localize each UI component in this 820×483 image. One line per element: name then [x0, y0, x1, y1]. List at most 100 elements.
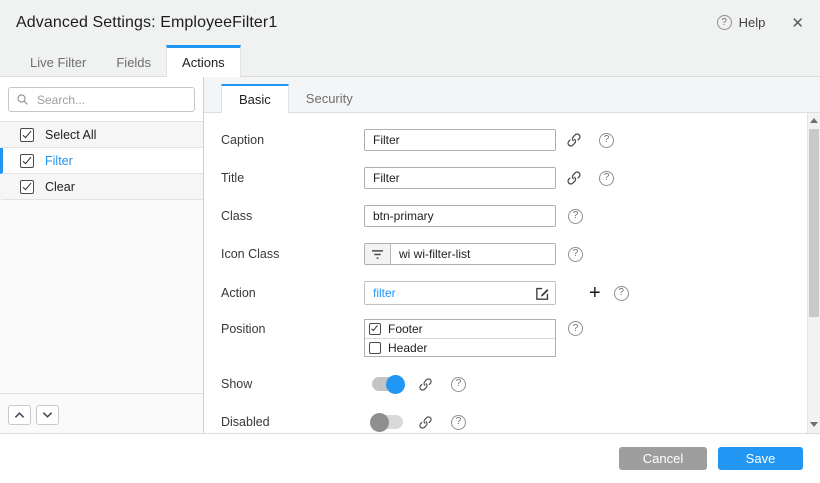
title-help-icon[interactable]: ? — [599, 171, 614, 186]
tab-security[interactable]: Security — [289, 84, 370, 112]
action-value: filter — [373, 286, 396, 300]
help-label: Help — [739, 15, 766, 30]
class-row: Class ? — [221, 205, 790, 227]
icon-class-label: Icon Class — [221, 247, 364, 261]
actions-sidebar: Select All Filter Clear — [0, 77, 204, 433]
sidebar-item-label: Select All — [45, 128, 96, 142]
icon-class-input[interactable] — [391, 244, 555, 264]
title-input[interactable] — [364, 167, 556, 189]
tab-live-filter[interactable]: Live Filter — [15, 45, 101, 76]
show-row: Show ? — [221, 373, 790, 395]
caption-row: Caption ? — [221, 129, 790, 151]
link-icon — [418, 377, 433, 392]
help-button[interactable]: ? Help — [717, 15, 766, 30]
chevron-up-icon — [14, 411, 25, 419]
show-toggle[interactable] — [372, 377, 403, 391]
checkbox-filter[interactable] — [20, 154, 34, 168]
position-option-header[interactable]: Header — [365, 338, 555, 356]
sidebar-spacer — [0, 200, 203, 393]
triangle-up-icon — [810, 118, 818, 123]
main-tab-bar: Live Filter Fields Actions — [0, 45, 820, 77]
tab-basic[interactable]: Basic — [221, 84, 289, 113]
checkbox-clear[interactable] — [20, 180, 34, 194]
title-bar: Advanced Settings: EmployeeFilter1 ? Hel… — [0, 0, 820, 45]
titlebar-actions: ? Help ✕ — [717, 14, 804, 32]
position-label: Position — [221, 319, 364, 336]
sidebar-item-filter[interactable]: Filter — [0, 148, 203, 174]
basic-settings-form: Caption ? Title — [204, 113, 820, 433]
vertical-scrollbar[interactable] — [807, 113, 820, 433]
title-bind-button[interactable] — [566, 170, 582, 186]
action-value-box[interactable]: filter — [364, 281, 556, 305]
caption-label: Caption — [221, 133, 364, 147]
action-help-icon[interactable]: ? — [614, 286, 629, 301]
dialog-body: Select All Filter Clear — [0, 77, 820, 433]
edit-action-button[interactable] — [533, 284, 552, 303]
toggle-knob — [386, 375, 405, 394]
edit-icon — [534, 285, 551, 302]
dialog-footer: Cancel Save — [0, 433, 820, 483]
position-options: Footer Header — [364, 319, 556, 357]
chevron-down-icon — [42, 411, 53, 419]
search-box — [8, 87, 195, 112]
show-label: Show — [221, 377, 364, 391]
link-icon — [566, 132, 582, 148]
caption-input[interactable] — [364, 129, 556, 151]
icon-class-row: Icon Class ? — [221, 243, 790, 265]
search-section — [0, 77, 203, 122]
move-up-button[interactable] — [8, 405, 31, 425]
scroll-up-arrow[interactable] — [808, 113, 820, 127]
move-down-button[interactable] — [36, 405, 59, 425]
link-icon — [566, 170, 582, 186]
caption-bind-button[interactable] — [566, 132, 582, 148]
tab-fields[interactable]: Fields — [101, 45, 166, 76]
sidebar-reorder-bar — [0, 393, 203, 433]
show-bind-button[interactable] — [418, 377, 433, 392]
position-help-icon[interactable]: ? — [568, 321, 583, 336]
disabled-toggle[interactable] — [372, 415, 403, 429]
show-help-icon[interactable]: ? — [451, 377, 466, 392]
position-option-footer[interactable]: Footer — [365, 320, 555, 338]
class-input[interactable] — [364, 205, 556, 227]
position-option-label: Header — [388, 341, 427, 355]
toggle-knob — [370, 413, 389, 432]
advanced-settings-dialog: Advanced Settings: EmployeeFilter1 ? Hel… — [0, 0, 820, 483]
title-row: Title ? — [221, 167, 790, 189]
disabled-bind-button[interactable] — [418, 415, 433, 430]
disabled-help-icon[interactable]: ? — [451, 415, 466, 430]
position-row: Position Footer Header ? — [221, 319, 790, 357]
panel-tab-bar: Basic Security — [204, 77, 820, 113]
icon-class-help-icon[interactable]: ? — [568, 247, 583, 262]
checkbox-select-all[interactable] — [20, 128, 34, 142]
action-label: Action — [221, 286, 364, 300]
search-icon — [16, 93, 29, 106]
page-title: Advanced Settings: EmployeeFilter1 — [16, 14, 277, 32]
settings-panel: Basic Security Caption ? T — [204, 77, 820, 433]
add-action-icon[interactable]: + — [589, 283, 601, 303]
close-icon[interactable]: ✕ — [791, 14, 804, 32]
caption-help-icon[interactable]: ? — [599, 133, 614, 148]
disabled-row: Disabled ? — [221, 411, 790, 433]
footer-checkbox[interactable] — [369, 323, 381, 335]
scrollbar-thumb[interactable] — [809, 129, 819, 317]
cancel-button[interactable]: Cancel — [619, 447, 707, 470]
help-icon: ? — [717, 15, 732, 30]
sidebar-item-label: Clear — [45, 180, 75, 194]
tab-actions[interactable]: Actions — [166, 45, 241, 77]
action-row: Action filter + ? — [221, 281, 790, 305]
header-checkbox[interactable] — [369, 342, 381, 354]
class-help-icon[interactable]: ? — [568, 209, 583, 224]
sidebar-item-label: Filter — [45, 154, 73, 168]
scroll-down-arrow[interactable] — [808, 417, 820, 431]
position-option-label: Footer — [388, 322, 423, 336]
save-button[interactable]: Save — [718, 447, 803, 470]
class-label: Class — [221, 209, 364, 223]
triangle-down-icon — [810, 422, 818, 427]
title-label: Title — [221, 171, 364, 185]
search-input[interactable] — [35, 92, 187, 108]
sidebar-item-select-all[interactable]: Select All — [0, 122, 203, 148]
icon-class-group — [364, 243, 556, 265]
filter-list-icon — [365, 244, 391, 264]
link-icon — [418, 415, 433, 430]
sidebar-item-clear[interactable]: Clear — [0, 174, 203, 200]
